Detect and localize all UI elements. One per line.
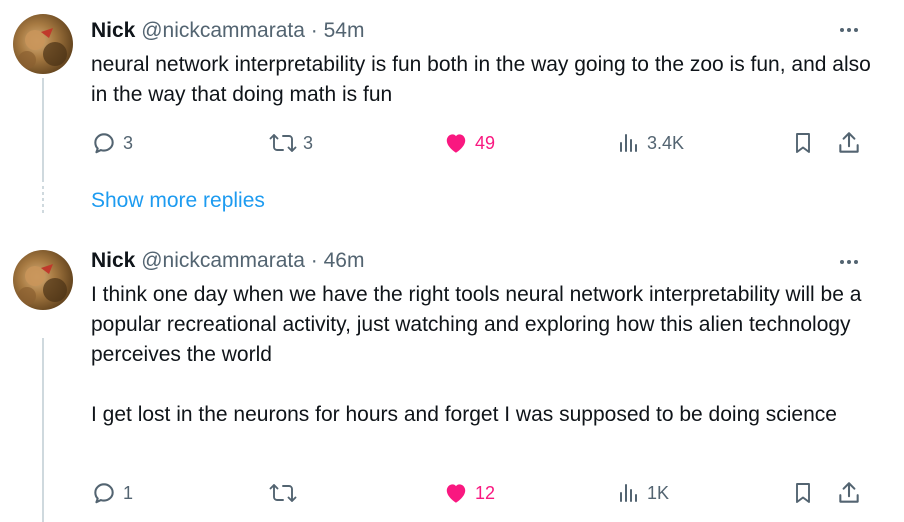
avatar-image xyxy=(18,264,67,305)
reply-icon xyxy=(94,133,114,154)
repost-icon xyxy=(269,134,297,152)
tweet-text: I think one day when we have the right t… xyxy=(91,283,862,426)
tweet-text: neural network interpretability is fun b… xyxy=(91,53,877,106)
like-button[interactable]: 49 xyxy=(443,128,495,158)
reply-button[interactable]: 3 xyxy=(91,128,133,158)
reply-count: 3 xyxy=(123,132,134,153)
repost-button[interactable] xyxy=(269,478,303,508)
bookmark-icon xyxy=(796,483,810,503)
show-more-replies-link[interactable]: Show more replies xyxy=(91,187,265,215)
repost-button[interactable]: 3 xyxy=(269,128,313,158)
avatar[interactable] xyxy=(13,14,73,74)
like-button[interactable]: 12 xyxy=(443,478,495,508)
views-count: 1K xyxy=(647,482,670,503)
reply-button[interactable]: 1 xyxy=(91,478,133,508)
like-icon xyxy=(446,134,466,153)
more-icon[interactable] xyxy=(836,252,862,272)
reply-count: 1 xyxy=(123,482,134,503)
header-separator: · xyxy=(310,19,318,42)
tweet[interactable]: Nick @nickcammarata · 46m I think one da… xyxy=(0,236,904,522)
tweet-actions: 3 3 49 3.4K xyxy=(91,128,871,158)
header-separator: · xyxy=(310,249,318,272)
repost-count: 3 xyxy=(303,132,314,153)
bookmark-button[interactable] xyxy=(791,128,815,158)
repost-icon xyxy=(269,484,297,502)
tweet-time[interactable]: 54m xyxy=(324,19,365,42)
share-icon xyxy=(839,132,859,153)
avatar[interactable] xyxy=(13,250,73,310)
author-name[interactable]: Nick xyxy=(91,19,135,42)
more-icon[interactable] xyxy=(836,20,862,40)
author-handle[interactable]: @nickcammarata xyxy=(141,19,305,42)
tweet-header: Nick @nickcammarata · 54m xyxy=(91,18,364,44)
tweet[interactable]: Nick @nickcammarata · 54m neural network… xyxy=(0,0,904,180)
like-count: 49 xyxy=(475,132,496,153)
views-button[interactable]: 1K xyxy=(617,478,669,508)
tweet-actions: 1 12 1K xyxy=(91,478,871,508)
views-count: 3.4K xyxy=(647,132,685,153)
like-count: 12 xyxy=(475,482,496,503)
views-button[interactable]: 3.4K xyxy=(617,128,684,158)
author-handle[interactable]: @nickcammarata xyxy=(141,249,305,272)
views-icon xyxy=(620,484,637,502)
tweet-header: Nick @nickcammarata · 46m xyxy=(91,248,364,274)
like-icon xyxy=(446,484,466,503)
author-name[interactable]: Nick xyxy=(91,249,135,272)
views-icon xyxy=(620,134,637,152)
thread-dots xyxy=(42,186,44,216)
avatar-image xyxy=(18,28,67,69)
share-button[interactable] xyxy=(836,128,862,158)
share-icon xyxy=(839,482,859,503)
tweet-time[interactable]: 46m xyxy=(324,249,365,272)
reply-icon xyxy=(94,483,114,504)
bookmark-icon xyxy=(796,133,810,153)
bookmark-button[interactable] xyxy=(791,478,815,508)
share-button[interactable] xyxy=(836,478,862,508)
